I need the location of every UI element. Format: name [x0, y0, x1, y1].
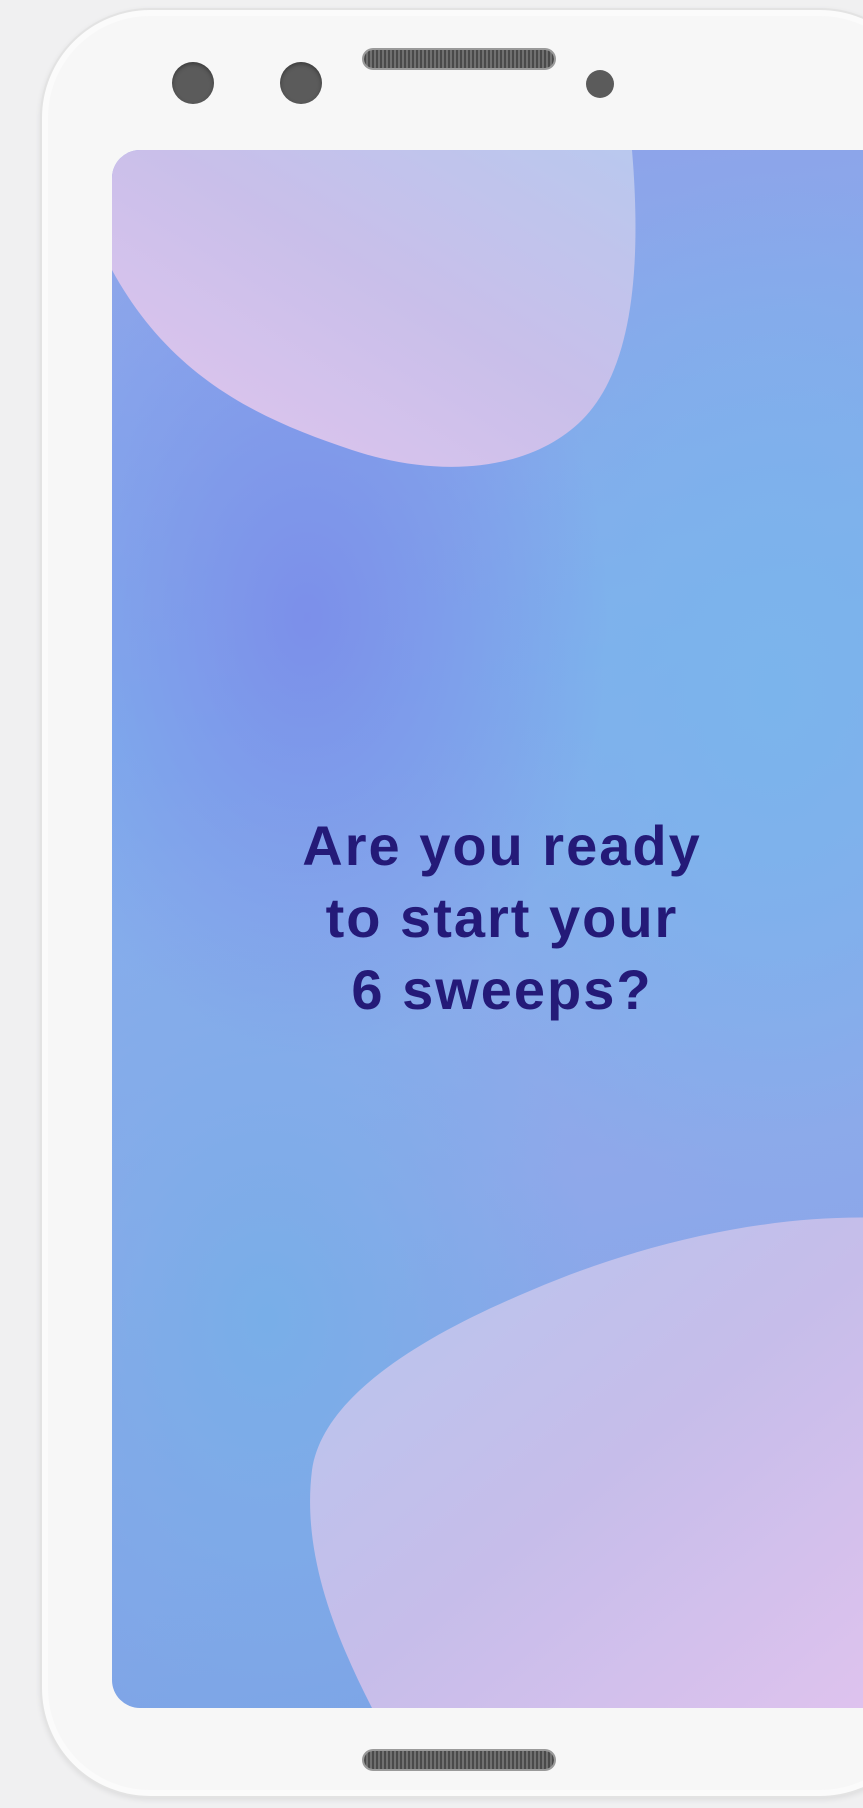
bottom-speaker-icon — [364, 1751, 554, 1769]
start-sweeps-prompt: Are you ready to start your 6 sweeps? — [112, 810, 863, 1026]
prompt-line: Are you ready — [302, 814, 702, 877]
front-camera-icon — [280, 62, 322, 104]
earpiece-speaker-icon — [364, 50, 554, 68]
app-screen: Are you ready to start your 6 sweeps? — [112, 150, 863, 1708]
top-blob — [112, 150, 636, 467]
prompt-line: to start your — [325, 886, 679, 949]
bottom-blob — [310, 1217, 863, 1708]
front-camera-icon — [172, 62, 214, 104]
device-preview: Are you ready to start your 6 sweeps? — [0, 0, 863, 1808]
phone-frame: Are you ready to start your 6 sweeps? — [40, 8, 863, 1798]
proximity-sensor-icon — [586, 70, 614, 98]
prompt-line: 6 sweeps? — [351, 958, 653, 1021]
